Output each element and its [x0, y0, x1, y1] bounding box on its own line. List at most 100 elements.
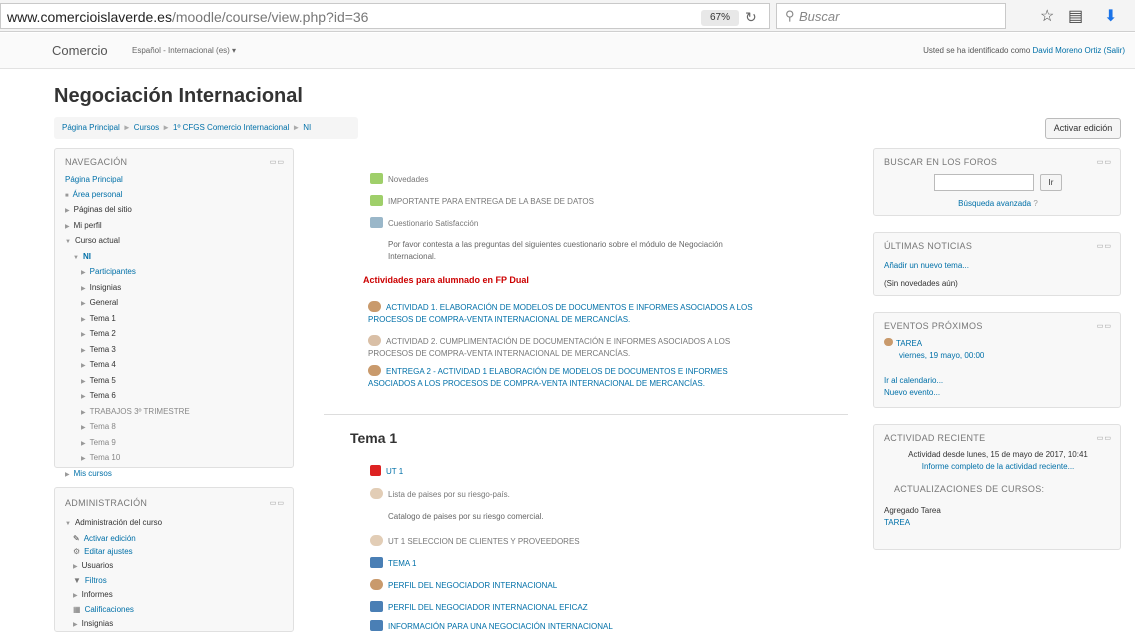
assignment-icon — [368, 335, 381, 346]
assignment-icon — [368, 365, 381, 376]
block-controls-icon[interactable]: ▭▭ — [1097, 242, 1112, 250]
nav-course-item[interactable]: ▶ Tema 3 — [65, 343, 190, 359]
expand-icon: ▶ — [81, 348, 86, 354]
assignment-activity[interactable]: Lista de paises por su riesgo-país. — [370, 488, 510, 499]
turn-editing-on-button[interactable]: Activar edición — [1045, 118, 1121, 139]
nav-personal-label: Área personal — [73, 190, 123, 199]
feedback-activity[interactable]: Cuestionario Satisfacción — [370, 217, 478, 228]
reading-list-icon[interactable]: ▤ — [1068, 6, 1083, 26]
forum-activity[interactable]: Novedades — [370, 173, 428, 184]
block-controls-icon[interactable]: ▭▭ — [1097, 322, 1112, 330]
update-link[interactable]: TAREA — [884, 517, 910, 529]
nav-current-course[interactable]: ▼Curso actual — [65, 234, 190, 250]
block-controls-icon[interactable]: ▭▭ — [270, 158, 285, 166]
search-icon: ⚲ — [785, 8, 795, 24]
advanced-search[interactable]: Búsqueda avanzada ? — [874, 198, 1122, 210]
assignment-icon — [370, 488, 383, 499]
bookmark-star-icon[interactable]: ☆ — [1040, 6, 1054, 26]
address-bar[interactable]: www.comercioislaverde.es/moodle/course/v… — [0, 3, 770, 29]
nav-course-item[interactable]: ▶General — [65, 296, 190, 312]
block-controls-icon[interactable]: ▭▭ — [1097, 434, 1112, 442]
browser-toolbar: www.comercioislaverde.es/moodle/course/v… — [0, 0, 1135, 32]
block-controls-icon[interactable]: ▭▭ — [270, 499, 285, 507]
activity-label: Lista de paises por su riesgo-país. — [388, 490, 510, 499]
full-report-link[interactable]: Informe completo de la actividad recient… — [874, 461, 1122, 473]
breadcrumb-category[interactable]: 1º CFGS Comercio Internacional — [173, 123, 289, 132]
course-content: Novedades IMPORTANTE PARA ENTREGA DE LA … — [320, 155, 860, 625]
expand-icon: ▶ — [81, 394, 86, 400]
admin-course-admin[interactable]: ▼Administración del curso — [65, 516, 162, 532]
breadcrumb-courses[interactable]: Cursos — [134, 123, 159, 132]
nav-course-item[interactable]: ▶Tema 10 — [65, 451, 190, 467]
browser-search-input[interactable]: ⚲ Buscar — [776, 3, 1006, 29]
nav-course-item[interactable]: ▶Tema 2 — [65, 327, 190, 343]
forum-search-button[interactable]: Ir — [1040, 174, 1062, 191]
nav-personal[interactable]: ■ Área personal — [65, 188, 190, 204]
admin-item[interactable]: ⚙Editar ajustes — [65, 545, 162, 559]
event-item[interactable]: TAREA — [884, 338, 922, 350]
nav-home[interactable]: Página Principal — [65, 173, 190, 188]
resource-activity[interactable]: UT 1 — [370, 465, 403, 476]
assignment-activity[interactable]: ACTIVIDAD 2. CUMPLIMENTACIÓN DE DOCUMENT… — [368, 335, 730, 360]
admin-item[interactable]: ▶Informes — [65, 588, 162, 604]
help-icon[interactable]: ? — [1033, 199, 1037, 208]
assignment-activity[interactable]: UT 1 SELECCION DE CLIENTES Y PROVEEDORES — [370, 535, 580, 546]
resource-activity[interactable]: INFORMACIÓN PARA UNA NEGOCIACIÓN INTERNA… — [370, 620, 613, 631]
download-icon[interactable]: ⬇ — [1104, 6, 1117, 26]
admin-item[interactable]: ▶Usuarios — [65, 559, 162, 575]
admin-item[interactable]: ▶Insignias — [65, 617, 162, 632]
admin-item[interactable]: ▦Calificaciones — [65, 603, 162, 617]
nav-course-item-label: Tema 3 — [90, 345, 116, 354]
assignment-activity[interactable]: ENTREGA 2 - ACTIVIDAD 1 ELABORACIÓN DE M… — [368, 365, 728, 390]
nav-my-courses[interactable]: ▶Mis cursos — [65, 467, 190, 483]
forum-search-input[interactable] — [934, 174, 1034, 191]
collapse-icon: ▼ — [65, 239, 71, 245]
nav-course-item[interactable]: ▶Tema 5 — [65, 374, 190, 390]
assignment-activity[interactable]: PERFIL DEL NEGOCIADOR INTERNACIONAL — [370, 579, 557, 590]
nav-course-item-label: Tema 9 — [90, 438, 116, 447]
site-name-link[interactable]: Comercio — [52, 43, 108, 58]
breadcrumb-separator: ► — [292, 123, 300, 132]
new-event-link[interactable]: Nuevo evento... — [884, 387, 940, 399]
dual-heading: Actividades para alumnado en FP Dual — [363, 275, 529, 285]
activity-label: PROCESOS DE COMPRA-VENTA INTERNACIONAL D… — [368, 348, 730, 360]
assignment-activity[interactable]: ACTIVIDAD 1. ELABORACIÓN DE MODELOS DE D… — [368, 301, 753, 326]
nav-site-pages[interactable]: ▶Páginas del sitio — [65, 203, 190, 219]
nav-my-profile[interactable]: ▶Mi perfil — [65, 219, 190, 235]
language-selector[interactable]: Español - Internacional (es) ▾ — [132, 46, 236, 55]
nav-course-ni[interactable]: ▼NI — [65, 250, 190, 266]
nav-course-item[interactable]: ▶Tema 8 — [65, 420, 190, 436]
bullet-icon: ■ — [65, 193, 69, 199]
forum-activity[interactable]: IMPORTANTE PARA ENTREGA DE LA BASE DE DA… — [370, 195, 594, 206]
admin-item-label: Editar ajustes — [84, 547, 132, 556]
nav-course-item[interactable]: ▶Tema 4 — [65, 358, 190, 374]
nav-course-item[interactable]: ▶Tema 9 — [65, 436, 190, 452]
resource-activity[interactable]: TEMA 1 — [370, 557, 416, 568]
user-name-link[interactable]: David Moreno Ortiz — [1033, 46, 1102, 55]
recent-since: Actividad desde lunes, 15 de mayo de 201… — [874, 449, 1122, 461]
zoom-indicator[interactable]: 67% — [701, 10, 739, 26]
resource-activity[interactable]: PERFIL DEL NEGOCIADOR INTERNACIONAL EFIC… — [370, 601, 588, 612]
event-date[interactable]: viernes, 19 mayo, 00:00 — [899, 350, 984, 362]
url-host: www.comercioislaverde.es — [7, 9, 172, 25]
nav-course-item[interactable]: ▶Tema 6 — [65, 389, 190, 405]
admin-item[interactable]: ▼Filtros — [65, 574, 162, 588]
activity-label: TEMA 1 — [388, 559, 416, 568]
breadcrumb-home[interactable]: Página Principal — [62, 123, 120, 132]
activity-label: UT 1 — [386, 467, 403, 476]
breadcrumb-course[interactable]: NI — [303, 123, 311, 132]
nav-course-item[interactable]: ▶Insignias — [65, 281, 190, 297]
calendar-link[interactable]: Ir al calendario... — [884, 375, 943, 387]
nav-course-item[interactable]: ▶TRABAJOS 3º TRIMESTRE — [65, 405, 190, 421]
logout-link[interactable]: (Salir) — [1104, 46, 1125, 55]
nav-course-item[interactable]: ▶Participantes — [65, 265, 190, 281]
nav-course-item[interactable]: ▶Tema 1 — [65, 312, 190, 328]
add-news-link[interactable]: Añadir un nuevo tema... — [884, 260, 969, 272]
breadcrumb-separator: ► — [162, 123, 170, 132]
url-text[interactable]: www.comercioislaverde.es/moodle/course/v… — [7, 9, 368, 25]
reload-icon[interactable]: ↻ — [745, 9, 757, 26]
admin-item-label: Insignias — [82, 619, 114, 628]
admin-item[interactable]: ✎Activar edición — [65, 532, 162, 546]
block-controls-icon[interactable]: ▭▭ — [1097, 158, 1112, 166]
nav-course-item-label: Tema 8 — [90, 422, 116, 431]
